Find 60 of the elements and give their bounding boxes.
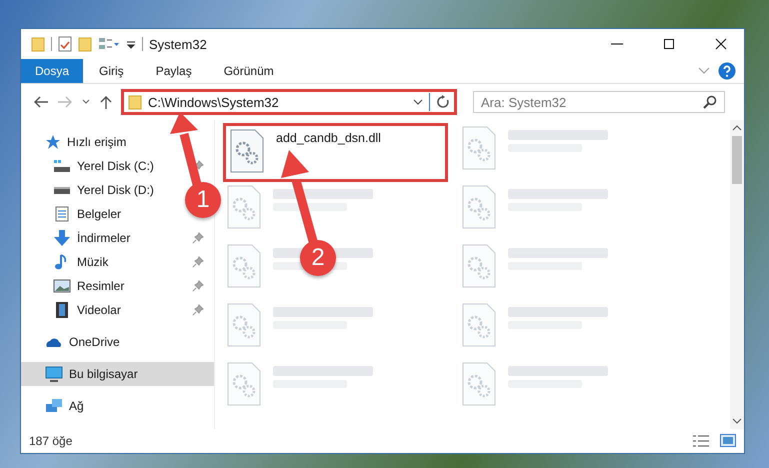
sidebar-item[interactable]: Belgeler [21,202,132,226]
file-name: add_candb_dsn.dll [276,131,381,145]
document-icon [53,206,71,222]
sidebar-item[interactable]: İndirmeler [21,226,214,250]
sidebar-label: Müzik [77,255,110,269]
ribbon-tab[interactable]: Görünüm [208,59,290,83]
picture-icon [53,278,71,294]
file-item[interactable]: add_candb_dsn.dll [223,123,448,182]
sidebar-label: İndirmeler [77,231,132,245]
sidebar-item[interactable]: Yerel Disk (C:) [21,154,214,178]
up-arrow-icon[interactable] [99,95,113,109]
drive-icon [53,158,71,174]
address-bar[interactable]: C:\Windows\System32 [121,89,457,115]
sidebar-label: Ağ [69,399,84,413]
network-icon [45,398,63,414]
drive-icon [53,186,71,194]
dll-file-icon [230,129,264,173]
maximize-icon [663,38,675,50]
star-icon [45,134,61,150]
sidebar-label: Belgeler [77,207,122,221]
sidebar-item[interactable]: Resimler [21,274,214,298]
scrollbar-thumb[interactable] [732,136,742,184]
item-count: 187 öğe [29,434,72,448]
sidebar-label: Videolar [77,303,122,317]
expand-ribbon-icon[interactable] [698,66,710,76]
sidebar-item[interactable]: Videolar [21,298,214,322]
sidebar-item[interactable]: OneDrive [21,330,214,354]
scroll-up-icon[interactable] [732,124,742,132]
sidebar-item[interactable]: Bu bilgisayar [21,362,214,386]
folder-icon [31,36,45,52]
down-arrow-icon [53,230,71,246]
search-icon[interactable] [703,95,717,109]
folder-icon [128,94,142,110]
sidebar-label: Resimler [77,279,126,293]
sidebar-item[interactable]: Hızlı erişim [21,130,214,154]
sidebar-label: Yerel Disk (D:) [77,183,154,197]
refresh-icon[interactable] [436,95,450,109]
sidebar-label: Yerel Disk (C:) [77,159,155,173]
scroll-down-icon[interactable] [732,417,742,425]
sidebar-label: Hızlı erişim [67,135,126,149]
ribbon-tab[interactable]: Dosya [21,59,84,83]
sidebar-item[interactable]: Ağ [21,394,214,418]
help-icon[interactable] [718,62,736,80]
film-icon [53,302,71,318]
view-options-icon[interactable] [98,36,120,52]
sidebar-label: Bu bilgisayar [69,367,138,381]
computer-icon [45,366,63,382]
back-arrow-icon[interactable] [33,95,49,109]
details-view-icon[interactable] [692,434,710,448]
sidebar-item[interactable]: Yerel Disk (D:) [21,178,164,202]
large-icons-view-icon[interactable] [720,434,736,448]
sidebar-item[interactable]: Müzik [21,250,214,274]
ribbon-tab[interactable]: Giriş [83,59,140,83]
sidebar-label: OneDrive [69,335,120,349]
properties-icon[interactable] [58,36,72,52]
window-title: System32 [149,36,207,52]
close-icon [715,38,727,50]
address-path: C:\Windows\System32 [148,94,280,110]
search-field[interactable]: Ara: System32 [473,91,725,113]
ribbon-tab[interactable]: Paylaş [140,59,208,83]
